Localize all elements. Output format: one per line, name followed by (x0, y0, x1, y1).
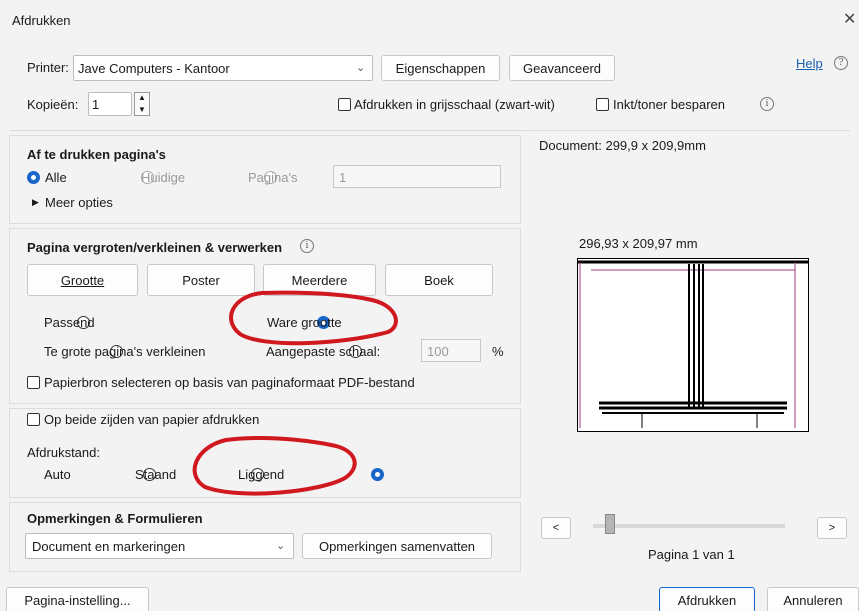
info-icon[interactable]: i (300, 239, 314, 253)
pages-range-label: Pagina's (248, 170, 298, 185)
spin-up-icon[interactable]: ▲ (138, 93, 146, 102)
tab-size[interactable]: Grootte (27, 264, 138, 296)
custom-scale-input[interactable]: 100 (421, 339, 481, 362)
page-slider-thumb[interactable] (605, 514, 615, 534)
comments-value: Document en markeringen (32, 539, 186, 554)
scaling-title: Pagina vergroten/verkleinen & verwerken (27, 240, 283, 255)
shrink-label: Te grote pagina's verkleinen (44, 344, 206, 359)
paper-source-label: Papierbron selecteren op basis van pagin… (44, 375, 415, 390)
dialog-title: Afdrukken (12, 13, 71, 28)
chevron-down-icon: ⌄ (276, 540, 286, 552)
custom-scale-label: Aangepaste schaal: (266, 344, 381, 359)
page-range-input[interactable]: 1 (333, 165, 501, 188)
pages-current-label: Huidige (141, 170, 186, 185)
info-icon[interactable]: i (760, 97, 774, 111)
divider (9, 130, 850, 131)
orientation-auto-label: Auto (44, 467, 71, 482)
save-ink-label: Inkt/toner besparen (613, 97, 726, 112)
fit-label: Passend (44, 315, 95, 330)
printer-select[interactable]: Jave Computers - Kantoor ⌄ (73, 55, 373, 81)
grayscale-label: Afdrukken in grijsschaal (zwart-wit) (354, 97, 555, 112)
properties-button[interactable]: Eigenschappen (381, 55, 500, 81)
page-preview (577, 258, 809, 432)
comments-title: Opmerkingen & Formulieren (27, 511, 203, 526)
grayscale-checkbox[interactable] (338, 98, 351, 111)
duplex-label: Op beide zijden van papier afdrukken (44, 412, 260, 427)
tab-multiple[interactable]: Meerdere (263, 264, 376, 296)
pages-all-radio[interactable] (27, 171, 40, 184)
tab-size-label: Grootte (60, 272, 105, 288)
percent-sign: % (492, 344, 504, 359)
orientation-label: Afdrukstand: (27, 445, 100, 460)
advanced-button[interactable]: Geavanceerd (509, 55, 615, 81)
spin-down-icon[interactable]: ▼ (138, 105, 146, 114)
page-range-value: 1 (339, 170, 347, 185)
comments-select[interactable]: Document en markeringen ⌄ (25, 533, 294, 559)
orientation-landscape-label: Liggend (238, 467, 285, 482)
more-options-link[interactable]: Meer opties (45, 195, 113, 210)
orientation-portrait-label: Staand (135, 467, 177, 482)
next-page-button[interactable]: > (817, 517, 847, 539)
copies-label: Kopieën: (27, 97, 79, 112)
actual-size-label: Ware grootte (267, 315, 342, 330)
orientation-landscape-radio[interactable] (370, 468, 384, 481)
copies-value: 1 (92, 97, 100, 112)
printer-value: Jave Computers - Kantoor (78, 61, 230, 76)
paper-source-checkbox[interactable] (27, 376, 40, 389)
duplex-checkbox[interactable] (27, 413, 40, 426)
copies-spinner[interactable]: ▲ ▼ (134, 92, 150, 116)
expand-triangle-icon[interactable]: ▶ (32, 197, 39, 208)
chevron-down-icon: ⌄ (356, 62, 366, 74)
page-size: 296,93 x 209,97 mm (579, 236, 698, 251)
tab-booklet[interactable]: Boek (385, 264, 493, 296)
cancel-button[interactable]: Annuleren (767, 587, 859, 611)
custom-scale-value: 100 (427, 344, 449, 359)
printer-label: Printer: (27, 60, 69, 75)
prev-page-button[interactable]: < (541, 517, 571, 539)
close-icon[interactable]: ✕ (843, 9, 856, 29)
document-size: Document: 299,9 x 209,9mm (539, 138, 706, 153)
tab-poster[interactable]: Poster (147, 264, 255, 296)
pages-title: Af te drukken pagina's (27, 147, 166, 162)
help-link[interactable]: Help (796, 56, 823, 71)
page-setup-button[interactable]: Pagina-instelling... (6, 587, 149, 611)
page-slider-track[interactable] (593, 524, 785, 528)
title-bar: Afdrukken ✕ (0, 0, 859, 40)
save-ink-checkbox[interactable] (596, 98, 609, 111)
print-button[interactable]: Afdrukken (659, 587, 755, 611)
summarize-comments-button[interactable]: Opmerkingen samenvatten (302, 533, 492, 559)
page-indicator: Pagina 1 van 1 (648, 547, 735, 562)
help-icon[interactable]: ? (834, 56, 848, 70)
copies-input[interactable]: 1 (88, 92, 132, 116)
pages-all-label: Alle (45, 170, 67, 185)
